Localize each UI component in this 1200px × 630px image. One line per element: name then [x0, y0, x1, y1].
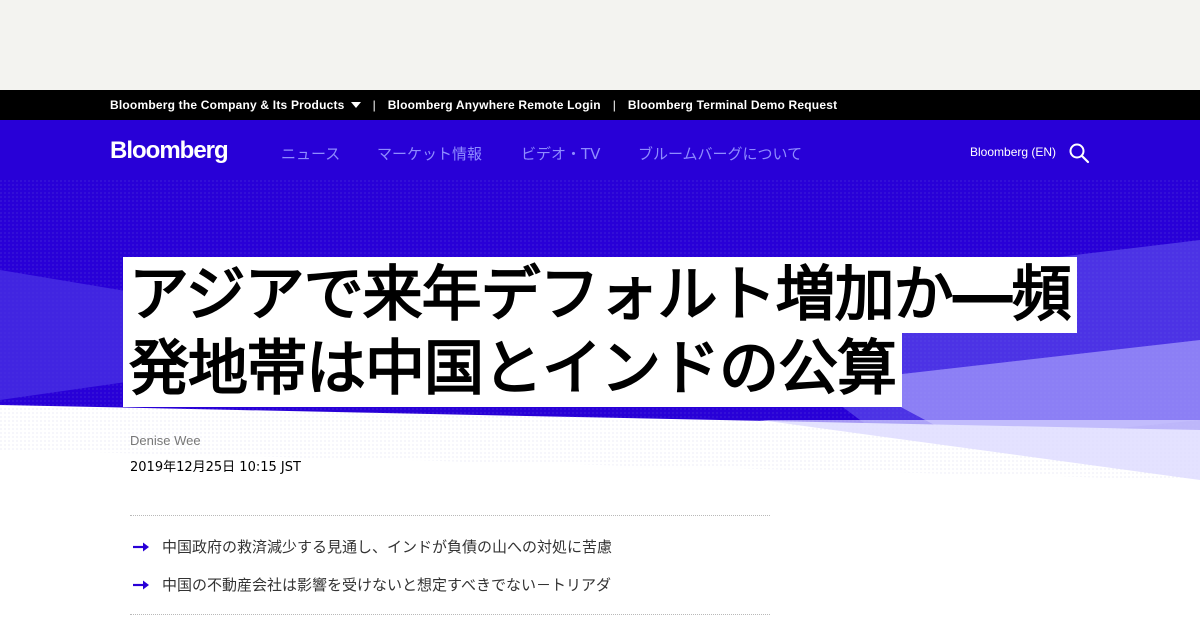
main-navbar: Bloomberg ニュース マーケット情報 ビデオ・TV ブルームバーグについ…: [0, 120, 1200, 184]
nav-item-markets[interactable]: マーケット情報: [377, 143, 482, 164]
article-headline: アジアで来年デフォルト増加か―頻発地帯は中国とインドの公算: [123, 257, 1077, 407]
separator: |: [372, 98, 376, 112]
author-name[interactable]: Denise Wee: [130, 433, 201, 448]
abstract-text: 中国政府の救済減少する見通し、インドが負債の山への対処に苦慮: [162, 538, 613, 556]
ad-banner-area: [0, 0, 1200, 90]
edition-switch[interactable]: Bloomberg (EN): [970, 145, 1056, 159]
abstract-text: 中国の不動産会社は影響を受けないと想定すべきでない－トリアダ: [162, 576, 611, 594]
demo-request-link[interactable]: Bloomberg Terminal Demo Request: [628, 98, 837, 112]
divider: [130, 614, 770, 615]
abstract-item: 中国の不動産会社は影響を受けないと想定すべきでない－トリアダ: [132, 574, 611, 595]
nav-item-video-tv[interactable]: ビデオ・TV: [521, 143, 600, 164]
company-products-label: Bloomberg the Company & Its Products: [110, 98, 345, 112]
abstract-item: 中国政府の救済減少する見通し、インドが負債の山への対処に苦慮: [132, 536, 612, 557]
divider: [130, 515, 770, 516]
corporate-bar: Bloomberg the Company & Its Products | B…: [0, 90, 1200, 120]
headline-container: アジアで来年デフォルト増加か―頻発地帯は中国とインドの公算: [123, 257, 1113, 407]
publish-date: 2019年12月25日 10:15 JST: [130, 460, 301, 475]
nav-item-news[interactable]: ニュース: [281, 143, 340, 164]
remote-login-link[interactable]: Bloomberg Anywhere Remote Login: [388, 98, 601, 112]
arrow-right-icon: [133, 542, 149, 551]
company-products-menu[interactable]: Bloomberg the Company & Its Products: [110, 98, 361, 112]
bloomberg-logo[interactable]: Bloomberg: [110, 137, 229, 165]
arrow-right-icon: [133, 580, 149, 589]
search-icon[interactable]: [1068, 142, 1090, 164]
separator: |: [612, 98, 616, 112]
nav-item-about[interactable]: ブルームバーグについて: [638, 143, 802, 164]
caret-down-icon: [350, 102, 361, 108]
